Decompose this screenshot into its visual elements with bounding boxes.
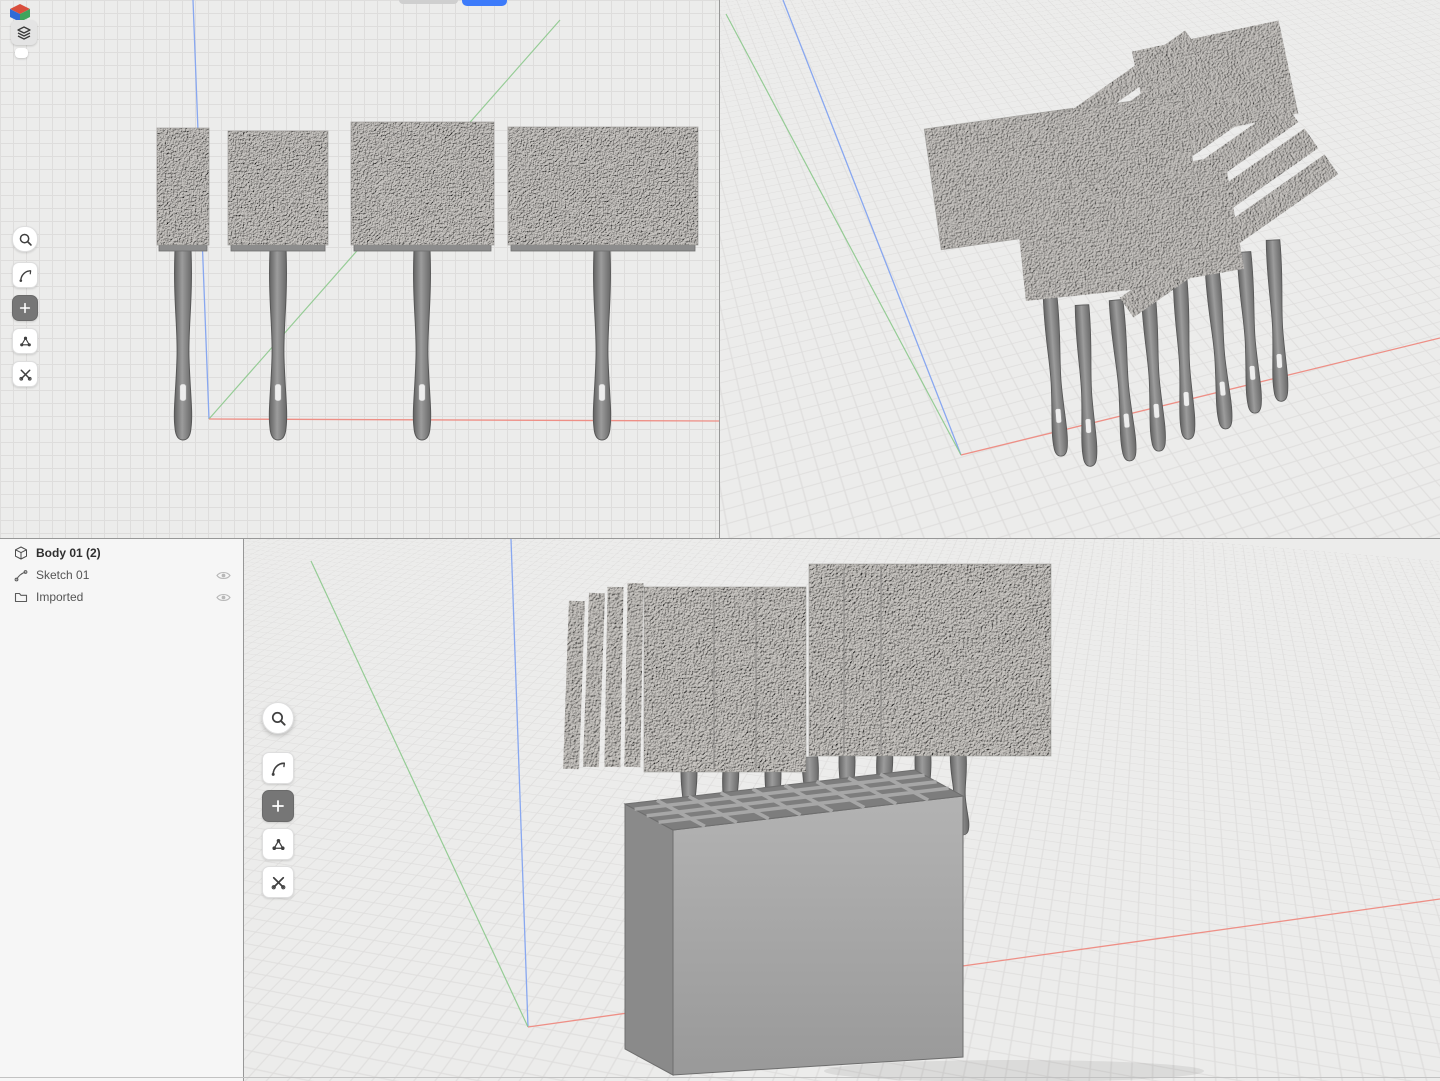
visibility-eye-icon[interactable] xyxy=(215,567,231,583)
spatial-nodes-icon[interactable] xyxy=(262,828,294,860)
objects-panel: Body 01 (2) Sketch 01 Imported xyxy=(0,539,243,1081)
viewport-front-view[interactable] xyxy=(0,0,719,538)
cross-tools-icon[interactable] xyxy=(262,866,294,898)
tree-item-label: Body 01 (2) xyxy=(36,546,231,560)
iso-scene xyxy=(720,0,1440,538)
plus-icon[interactable] xyxy=(12,295,38,321)
tree-item-label: Sketch 01 xyxy=(36,568,207,582)
brush-model[interactable] xyxy=(351,122,494,440)
magnifier-icon[interactable] xyxy=(262,702,294,734)
tree-item-body[interactable]: Body 01 (2) xyxy=(0,542,243,564)
magnifier-icon[interactable] xyxy=(12,226,38,252)
viewport-divider xyxy=(0,538,1440,539)
body-cube-icon xyxy=(13,546,28,561)
sketch-icon xyxy=(13,568,28,583)
visibility-eye-icon[interactable] xyxy=(215,589,231,605)
tree-item-label: Imported xyxy=(36,590,207,604)
layers-icon xyxy=(16,25,32,41)
front-scene xyxy=(0,0,719,538)
brush-cluster-model[interactable] xyxy=(924,20,1338,466)
gray-partial-button[interactable] xyxy=(399,0,458,4)
layers-button[interactable] xyxy=(11,20,37,45)
brush-heads-model[interactable] xyxy=(563,564,1051,772)
plus-icon[interactable] xyxy=(262,790,294,822)
holder-box-model[interactable] xyxy=(625,770,963,1075)
panel-chip xyxy=(15,48,28,58)
brush-model[interactable] xyxy=(508,127,698,440)
blue-partial-button[interactable] xyxy=(462,0,507,6)
brush-model[interactable] xyxy=(228,131,328,440)
tree-item-imported[interactable]: Imported xyxy=(0,586,243,608)
spatial-nodes-icon[interactable] xyxy=(12,328,38,354)
window-edge xyxy=(0,1077,1440,1078)
cross-tools-icon[interactable] xyxy=(12,361,38,387)
tool-palette xyxy=(12,226,38,387)
folder-icon xyxy=(13,590,28,605)
tool-palette xyxy=(262,702,294,898)
viewport-perspective-top[interactable] xyxy=(720,0,1440,538)
sidebar-divider xyxy=(243,539,244,1081)
assembly-scene xyxy=(244,539,1440,1081)
viewport-assembly[interactable] xyxy=(244,539,1440,1081)
arc-measure-icon[interactable] xyxy=(12,262,38,288)
brush-model[interactable] xyxy=(157,128,209,440)
arc-measure-icon[interactable] xyxy=(262,752,294,784)
viewport-divider xyxy=(719,0,720,538)
tree-item-sketch[interactable]: Sketch 01 xyxy=(0,564,243,586)
